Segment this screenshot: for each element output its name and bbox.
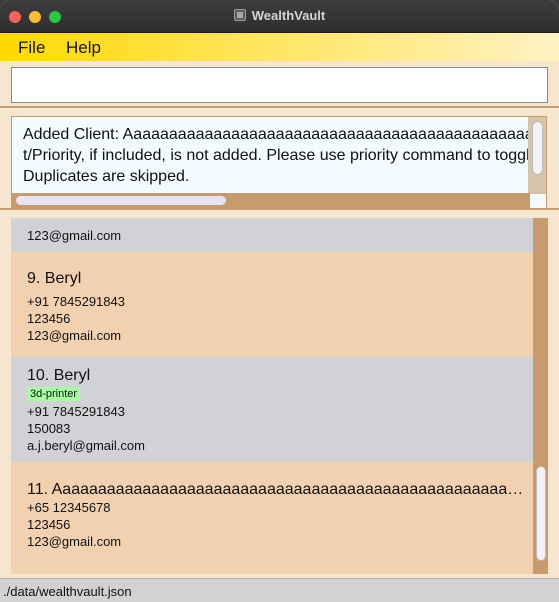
result-line: Duplicates are skipped. [23, 168, 190, 185]
data-file-path: ./data/wealthvault.json [3, 584, 132, 599]
client-name: 11. Aaaaaaaaaaaaaaaaaaaaaaaaaaaaaaaaaaaa… [27, 481, 527, 498]
result-line: Added Client: Aaaaaaaaaaaaaaaaaaaaaaaaaa… [23, 126, 529, 143]
client-phone: +91 7845291843 [27, 294, 125, 309]
command-input[interactable] [11, 67, 548, 103]
window-title: WealthVault [251, 8, 326, 23]
client-tag: 3d-printer [27, 387, 81, 401]
menu-file[interactable]: File [18, 38, 45, 58]
client-name: 10. Beryl [27, 367, 91, 384]
menu-bar: File Help [0, 33, 559, 61]
client-card[interactable]: 9. Beryl +91 7845291843 123456 123@gmail… [11, 252, 533, 357]
client-card[interactable]: 123@gmail.com [11, 218, 533, 252]
command-box-area [0, 61, 559, 108]
result-display-area: Added Client: Aaaaaaaaaaaaaaaaaaaaaaaaaa… [0, 108, 559, 210]
client-list[interactable]: 123@gmail.com 9. Beryl +91 7845291843 12… [11, 218, 533, 574]
app-window: WealthVault File Help Added Client: Aaaa… [0, 0, 559, 602]
client-address: 123456 [27, 517, 71, 532]
menu-help[interactable]: Help [66, 38, 101, 58]
client-email: 123@gmail.com [27, 534, 122, 549]
status-bar: ./data/wealthvault.json [0, 578, 559, 602]
client-address: 150083 [27, 421, 71, 436]
result-horizontal-scroll-thumb[interactable] [16, 196, 226, 205]
client-name: 9. Beryl [27, 270, 82, 287]
result-line: t/Priority, if included, is not added. P… [23, 147, 529, 164]
client-list-panel: 123@gmail.com 9. Beryl +91 7845291843 12… [0, 210, 559, 578]
result-display[interactable]: Added Client: Aaaaaaaaaaaaaaaaaaaaaaaaaa… [11, 116, 547, 209]
client-list-scroll-thumb[interactable] [536, 466, 546, 561]
client-phone: +65 12345678 [27, 500, 111, 515]
window-title-group: WealthVault [0, 8, 559, 23]
result-vertical-scroll-thumb[interactable] [532, 121, 543, 175]
client-card[interactable]: 11. Aaaaaaaaaaaaaaaaaaaaaaaaaaaaaaaaaaaa… [11, 462, 533, 574]
client-email: a.j.beryl@gmail.com [27, 438, 145, 453]
client-card[interactable]: 10. Beryl 3d-printer +91 7845291843 1500… [11, 357, 533, 462]
app-icon [233, 9, 246, 21]
result-text: Added Client: Aaaaaaaaaaaaaaaaaaaaaaaaaa… [23, 124, 529, 194]
client-email: 123@gmail.com [27, 228, 122, 243]
title-bar: WealthVault [0, 0, 559, 33]
client-email: 123@gmail.com [27, 328, 122, 343]
client-address: 123456 [27, 311, 71, 326]
client-phone: +91 7845291843 [27, 404, 125, 419]
